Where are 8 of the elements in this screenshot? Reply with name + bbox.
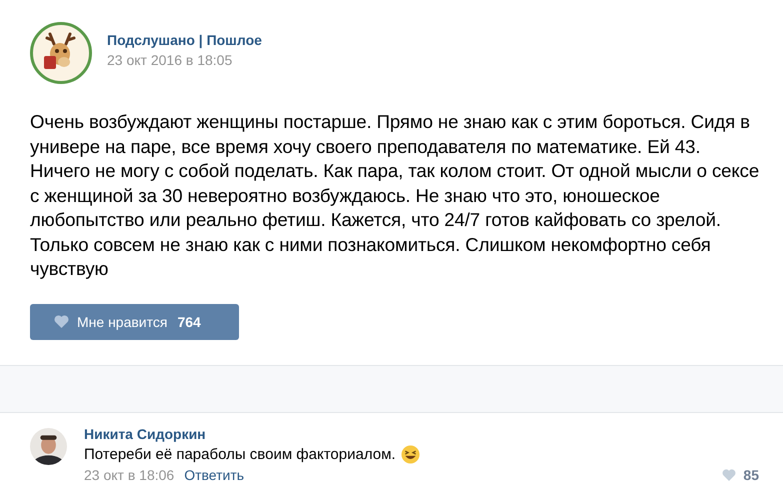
author-link[interactable]: Подслушано | Пошлое bbox=[107, 32, 262, 48]
like-count: 85 bbox=[743, 466, 759, 482]
post-text: Очень возбуждают женщины постарше. Прямо не знаю как с этим бороться. Сидя в универе на паре, все время хочу своего преподавателя по математике. Ей 43. Ничего не могу с собой поделать. Как пара, так колом стоит. От одной мысли о сексе с женщиной за 30 невероятно возбуждаюсь. Не знаю что это, юношеское любопытство или реально фетиш. Кажется, что 24/7 готов кайфовать со зрелой. Только совсем не знаю как с ними познакомиться. Слишком некомфортно себя чувствую bbox=[30, 110, 760, 281]
comment-text: Потереби её параболы своим факториалом. bbox=[84, 446, 396, 462]
deer-avatar-drawing[interactable] bbox=[30, 22, 92, 84]
comment-author-link[interactable]: Никита Сидоркин bbox=[84, 426, 783, 442]
like-button[interactable]: Мне нравится 764 bbox=[30, 304, 239, 340]
reply-link[interactable]: Ответить bbox=[184, 466, 244, 482]
